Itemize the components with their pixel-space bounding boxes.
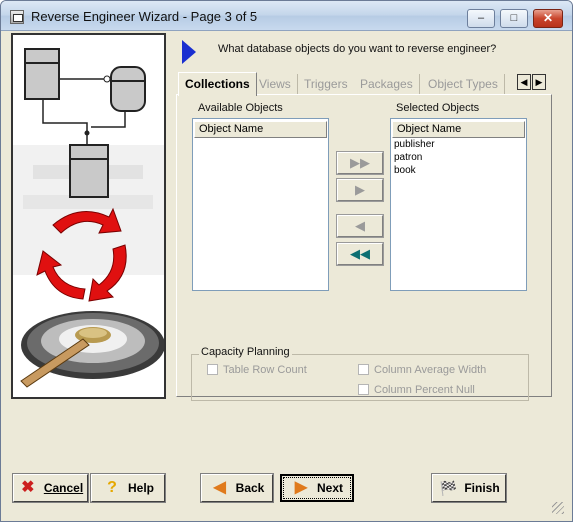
help-button[interactable]: ? Help (90, 473, 166, 503)
resize-grip-icon[interactable] (552, 502, 564, 514)
available-objects-list[interactable]: Object Name (192, 118, 329, 291)
checkbox-icon (358, 364, 369, 375)
list-item[interactable]: patron (391, 151, 526, 164)
help-question-icon: ? (107, 479, 117, 496)
step-question: What database objects do you want to rev… (218, 43, 497, 55)
app-icon (10, 10, 24, 24)
column-percent-null-checkbox[interactable]: Column Percent Null (358, 384, 475, 396)
remove-all-button[interactable]: ◀◀ (336, 242, 384, 266)
back-arrow-icon: ◀ (213, 479, 226, 496)
remove-button[interactable]: ◀ (336, 214, 384, 238)
next-button[interactable]: ▶ Next (280, 474, 354, 502)
tab-collections[interactable]: Collections (178, 72, 257, 96)
list-item[interactable]: publisher (391, 138, 526, 151)
window-title: Reverse Engineer Wizard - Page 3 of 5 (31, 9, 258, 24)
cancel-button[interactable]: ✖ Cancel (12, 473, 89, 503)
maximize-button[interactable]: □ (500, 9, 528, 28)
checkbox-label: Column Percent Null (374, 384, 475, 396)
next-arrow-icon: ▶ (294, 479, 308, 496)
available-column-header[interactable]: Object Name (194, 121, 327, 138)
step-arrow-icon (182, 40, 196, 64)
tab-object-types[interactable]: Object Types (422, 74, 505, 94)
tab-views[interactable]: Views (253, 74, 298, 94)
table-row-count-checkbox[interactable]: Table Row Count (207, 364, 307, 376)
list-item[interactable]: book (391, 164, 526, 177)
cancel-x-icon: ✖ (21, 479, 35, 496)
selected-objects-list[interactable]: Object Name publisher patron book (390, 118, 527, 291)
selected-column-header[interactable]: Object Name (392, 121, 525, 138)
help-label: Help (127, 481, 154, 495)
checkbox-label: Column Average Width (374, 364, 487, 376)
tab-triggers[interactable]: Triggers (298, 74, 355, 94)
add-button[interactable]: ▶ (336, 178, 384, 202)
checkbox-icon (358, 384, 369, 395)
tab-scroll-right-icon[interactable]: ▶ (532, 74, 546, 90)
cancel-label: Cancel (43, 481, 84, 495)
close-button[interactable]: ✕ (533, 9, 563, 28)
available-objects-label: Available Objects (198, 102, 283, 114)
column-average-width-checkbox[interactable]: Column Average Width (358, 364, 486, 376)
wizard-illustration (11, 33, 166, 399)
selected-objects-label: Selected Objects (396, 102, 480, 114)
wizard-body: What database objects do you want to rev… (5, 31, 568, 518)
back-label: Back (235, 481, 265, 495)
object-tabs: Collections Views Triggers Packages Obje… (176, 72, 548, 96)
checkered-flag-icon: 🏁 (439, 480, 458, 496)
collections-panel: Available Objects Selected Objects Objec… (176, 94, 552, 401)
tab-scroll-left-icon[interactable]: ◀ (517, 74, 531, 90)
tab-packages[interactable]: Packages (354, 74, 420, 94)
checkbox-label: Table Row Count (223, 364, 307, 376)
checkbox-icon (207, 364, 218, 375)
add-all-button[interactable]: ▶▶ (336, 151, 384, 175)
minimize-button[interactable]: – (467, 9, 495, 28)
next-label: Next (316, 481, 343, 495)
finish-button[interactable]: 🏁 Finish (431, 473, 507, 503)
database-diagram-illustration (13, 48, 165, 388)
back-button[interactable]: ◀ Back (200, 473, 274, 503)
capacity-planning-title: Capacity Planning (199, 346, 292, 358)
finish-label: Finish (464, 481, 500, 495)
wizard-window: Reverse Engineer Wizard - Page 3 of 5 – … (0, 0, 573, 522)
title-bar[interactable]: Reverse Engineer Wizard - Page 3 of 5 – … (1, 1, 572, 31)
